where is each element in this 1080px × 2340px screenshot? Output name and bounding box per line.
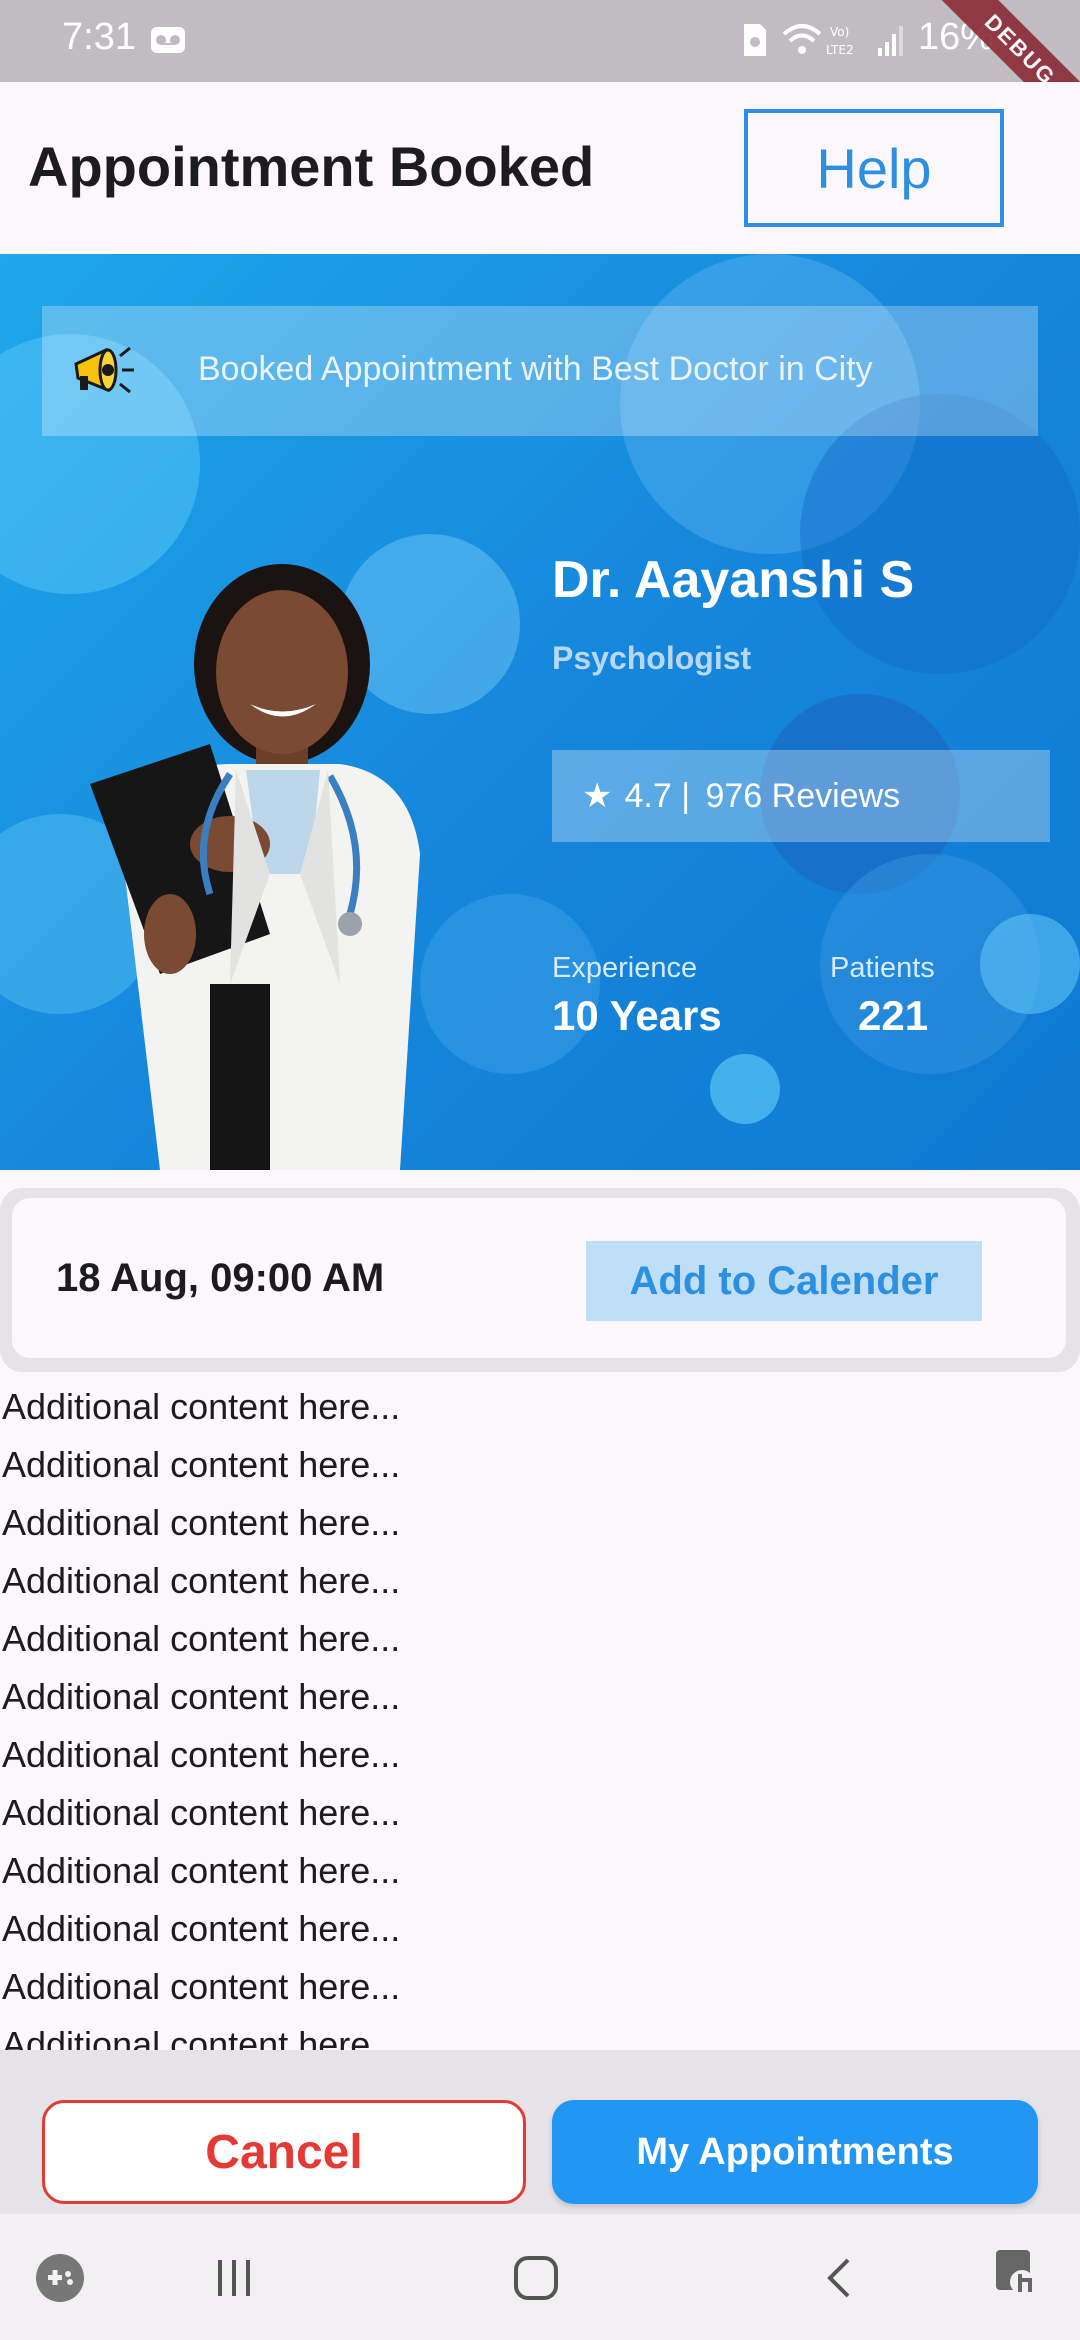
star-icon: ★ bbox=[582, 777, 613, 815]
back-icon[interactable] bbox=[822, 2256, 854, 2300]
game-launcher-icon[interactable] bbox=[34, 2252, 86, 2304]
content-line: Additional content here... bbox=[2, 1792, 401, 1833]
signal-icon bbox=[878, 26, 903, 56]
banner-text: Booked Appointment with Best Doctor in C… bbox=[198, 350, 873, 388]
content-line: Additional content here... bbox=[2, 1618, 401, 1659]
content-line: Additional content here... bbox=[2, 1502, 401, 1543]
doctor-hero-card: Booked Appointment with Best Doctor in C… bbox=[0, 254, 1080, 1170]
page-title: Appointment Booked bbox=[28, 135, 595, 198]
bottom-action-bar: Cancel My Appointments bbox=[0, 2050, 1080, 2214]
experience-value: 10 Years bbox=[552, 992, 722, 1039]
app-header: Appointment Booked Help bbox=[0, 82, 1080, 254]
cancel-button[interactable]: Cancel bbox=[42, 2100, 526, 2204]
help-button[interactable]: Help bbox=[744, 109, 1004, 227]
rating-value: 4.7 | bbox=[624, 776, 700, 815]
content-line: Additional content here... bbox=[2, 1560, 401, 1601]
megaphone-icon bbox=[74, 346, 134, 394]
doctor-name: Dr. Aayanshi S bbox=[552, 551, 915, 609]
wifi-icon bbox=[782, 24, 822, 54]
experience-label: Experience bbox=[552, 952, 698, 984]
content-line: Additional content here... bbox=[2, 1966, 401, 2007]
doctor-specialty: Psychologist bbox=[552, 640, 752, 676]
voicemail-icon bbox=[151, 27, 185, 53]
content-line: Additional content here... bbox=[2, 1676, 401, 1717]
decor-bubble bbox=[980, 914, 1080, 1014]
content-line: Additional content here... bbox=[2, 1850, 401, 1891]
accessibility-touch-icon[interactable] bbox=[992, 2248, 1044, 2300]
recent-apps-icon[interactable] bbox=[214, 2256, 254, 2300]
content-line: Additional content here... bbox=[2, 1734, 401, 1775]
content-line: Additional content here... bbox=[2, 1444, 401, 1485]
appointment-date-card-inner: 18 Aug, 09:00 AM Add to Calender bbox=[12, 1198, 1066, 1358]
content-line: Additional content here... bbox=[2, 1386, 401, 1427]
appointment-datetime: 18 Aug, 09:00 AM bbox=[56, 1256, 385, 1300]
svg-text:LTE2: LTE2 bbox=[826, 43, 854, 57]
status-time: 7:31 bbox=[62, 16, 136, 58]
content-line: Additional content here... bbox=[2, 1908, 401, 1949]
status-bar: 7:31 Vo) LTE2 16% DEBUG bbox=[0, 0, 1080, 157]
home-icon[interactable] bbox=[512, 2254, 560, 2302]
additional-content-list[interactable]: Additional content here... Additional con… bbox=[0, 1378, 1080, 2050]
appointment-date-card: 18 Aug, 09:00 AM Add to Calender bbox=[0, 1188, 1080, 1372]
volte-icon: Vo) LTE2 bbox=[826, 25, 854, 57]
add-to-calendar-button[interactable]: Add to Calender bbox=[586, 1241, 982, 1321]
content-line: Additional content here... bbox=[2, 2024, 401, 2050]
doctor-photo bbox=[90, 564, 420, 1170]
my-appointments-button[interactable]: My Appointments bbox=[552, 2100, 1038, 2204]
reviews-count: 976 Reviews bbox=[705, 776, 901, 815]
patients-value: 221 bbox=[858, 992, 929, 1039]
decor-bubble bbox=[800, 394, 1080, 674]
info-banner: Booked Appointment with Best Doctor in C… bbox=[42, 306, 1038, 436]
rating-box: ★ 4.7 | 976 Reviews bbox=[552, 750, 1050, 842]
svg-text:Vo): Vo) bbox=[830, 25, 849, 39]
decor-bubble bbox=[710, 1054, 780, 1124]
sim-icon bbox=[744, 24, 766, 56]
system-nav-bar bbox=[0, 2214, 1080, 2340]
patients-label: Patients bbox=[830, 952, 935, 984]
